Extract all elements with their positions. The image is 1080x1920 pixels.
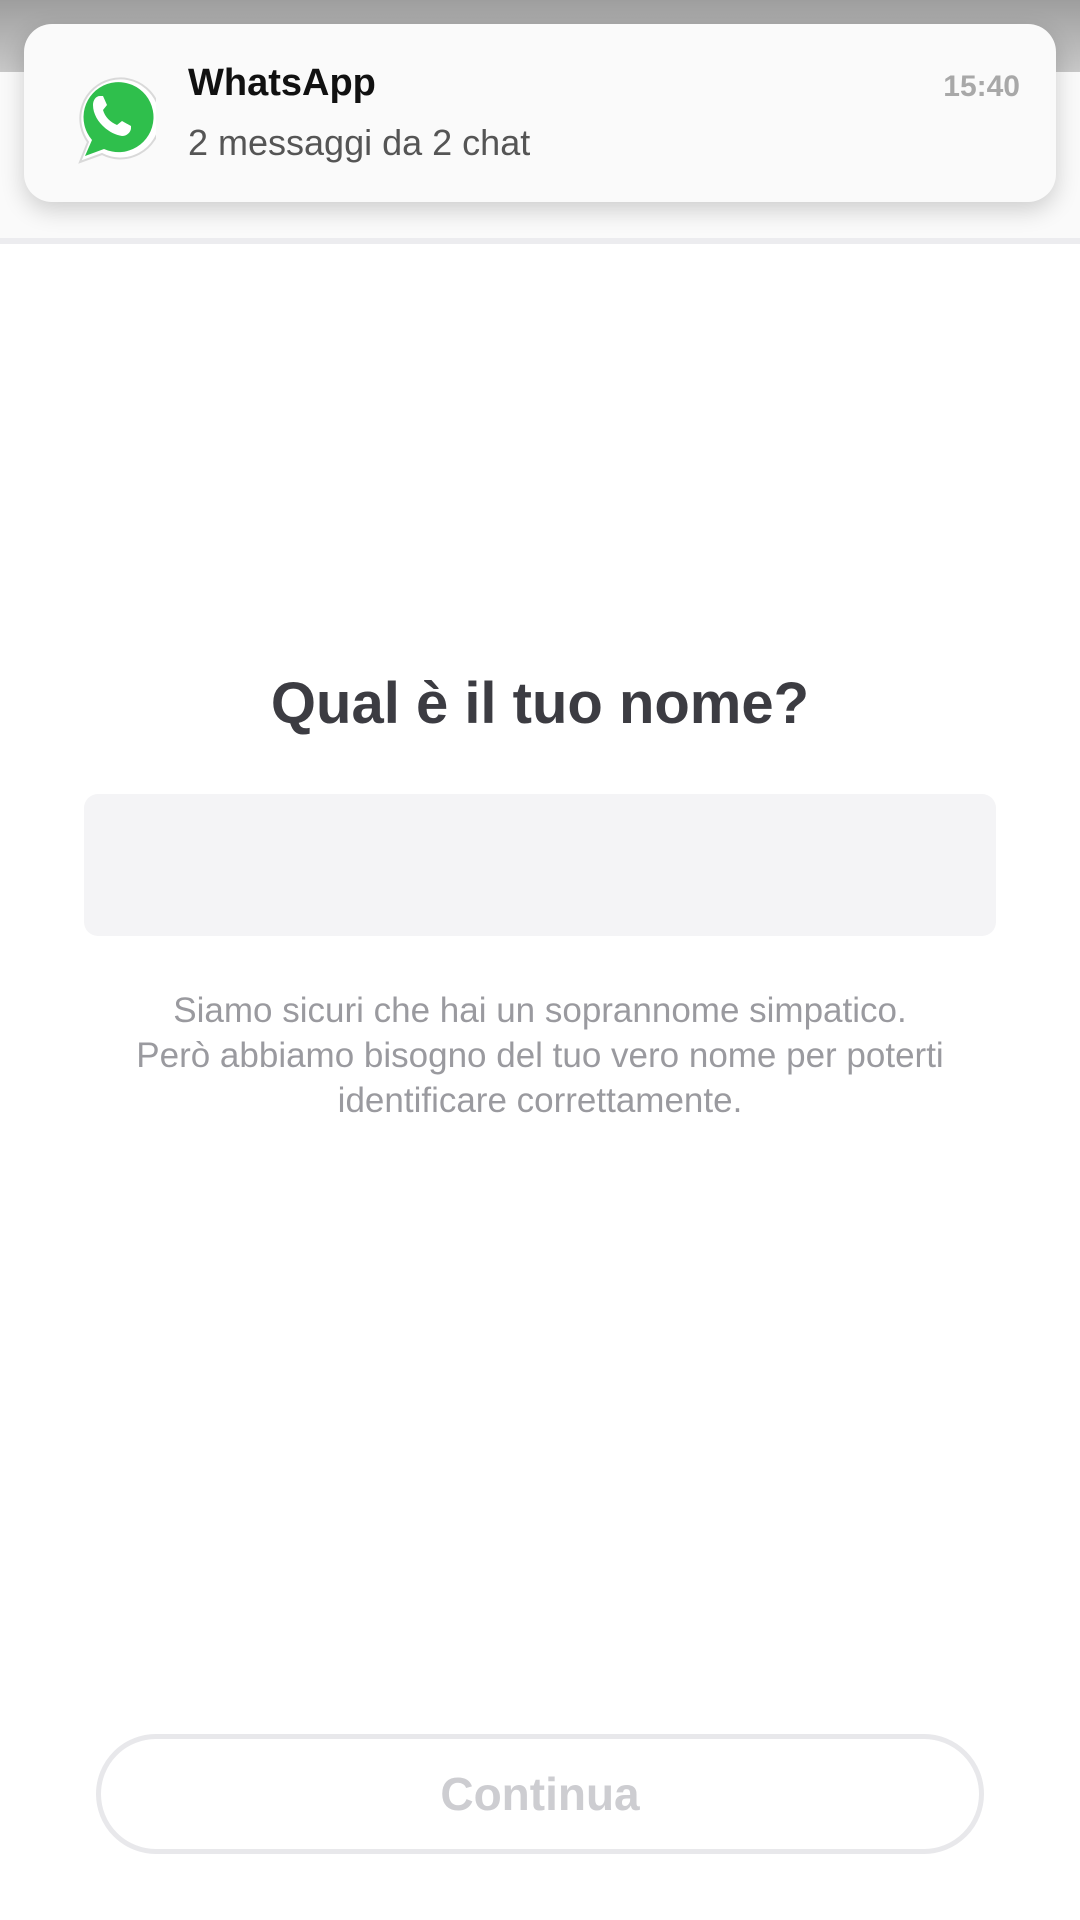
continue-button[interactable]: Continua (96, 1734, 984, 1854)
helper-text: Siamo sicuri che hai un soprannome simpa… (90, 988, 990, 1123)
header-divider (0, 238, 1080, 244)
notification-time: 15:40 (943, 70, 1020, 103)
page-title: Qual è il tuo nome? (270, 671, 810, 736)
helper-text-line: identificare correttamente. (337, 1081, 743, 1120)
whatsapp-icon (78, 77, 156, 164)
whatsapp-notification[interactable]: WhatsApp 15:40 2 messaggi da 2 chat (24, 24, 1056, 202)
helper-text-line: Siamo sicuri che hai un soprannome simpa… (173, 991, 907, 1030)
notification-app-name: WhatsApp (188, 62, 376, 104)
helper-text-line: Però abbiamo bisogno del tuo vero nome p… (136, 1036, 944, 1075)
name-input[interactable] (84, 794, 996, 936)
notification-message: 2 messaggi da 2 chat (188, 122, 531, 163)
